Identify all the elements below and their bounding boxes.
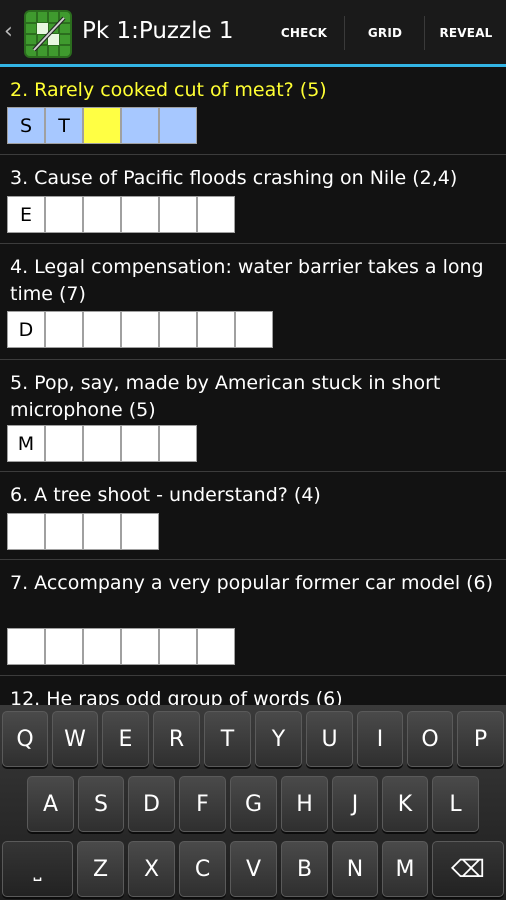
key-k[interactable]: K: [382, 776, 428, 832]
key-m[interactable]: M: [382, 841, 428, 897]
key-p[interactable]: P: [457, 711, 504, 767]
answer-cell[interactable]: [45, 196, 83, 233]
answer-cell[interactable]: [121, 107, 159, 144]
grid-button[interactable]: GRID: [346, 0, 424, 66]
key-h[interactable]: H: [281, 776, 328, 832]
key-n[interactable]: N: [332, 841, 378, 897]
clue-list[interactable]: 2. Rarely cooked cut of meat? (5) S T 3.…: [0, 67, 506, 705]
answer-cell[interactable]: [159, 107, 197, 144]
clue-text: 12. He raps odd group of words (6): [10, 688, 343, 705]
answer-cell[interactable]: [121, 425, 159, 462]
delete-key[interactable]: ⌫: [432, 841, 504, 897]
key-d[interactable]: D: [128, 776, 175, 832]
back-chevron-icon[interactable]: ‹: [4, 19, 13, 44]
clue-text: 3. Cause of Pacific floods crashing on N…: [10, 167, 458, 189]
key-u[interactable]: U: [306, 711, 353, 767]
key-b[interactable]: B: [281, 841, 328, 897]
key-a[interactable]: A: [27, 776, 74, 832]
check-button[interactable]: CHECK: [264, 0, 344, 66]
clue-text: 2. Rarely cooked cut of meat? (5): [10, 79, 327, 101]
answer-cell-current[interactable]: [83, 107, 121, 144]
answer-cell[interactable]: [159, 311, 197, 348]
answer-cell[interactable]: [7, 628, 45, 665]
answer-cell[interactable]: [83, 196, 121, 233]
answer-cell[interactable]: [121, 513, 159, 550]
divider: [344, 16, 345, 50]
answer-cell[interactable]: [159, 196, 197, 233]
reveal-button[interactable]: REVEAL: [426, 0, 506, 66]
clue-text: 5. Pop, say, made by American stuck in s…: [10, 372, 441, 421]
clue-text: 7. Accompany a very popular former car m…: [10, 572, 494, 594]
answer-cell[interactable]: [197, 311, 235, 348]
list-item[interactable]: 2. Rarely cooked cut of meat? (5) S T: [0, 67, 506, 155]
key-q[interactable]: Q: [2, 711, 48, 767]
answer-cells[interactable]: E: [7, 196, 235, 233]
key-w[interactable]: W: [52, 711, 98, 767]
answer-cells[interactable]: M: [7, 425, 197, 462]
answer-cell[interactable]: [45, 311, 83, 348]
list-item[interactable]: 5. Pop, say, made by American stuck in s…: [0, 360, 506, 472]
answer-cell[interactable]: [45, 513, 83, 550]
key-v[interactable]: V: [230, 841, 277, 897]
key-r[interactable]: R: [153, 711, 200, 767]
list-item[interactable]: 4. Legal compensation: water barrier tak…: [0, 244, 506, 360]
key-t[interactable]: T: [204, 711, 251, 767]
list-item[interactable]: 12. He raps odd group of words (6): [0, 676, 506, 705]
answer-cell[interactable]: [235, 311, 273, 348]
answer-cell[interactable]: [121, 628, 159, 665]
answer-cells[interactable]: S T: [7, 107, 197, 144]
answer-cells[interactable]: [7, 628, 235, 665]
key-g[interactable]: G: [230, 776, 277, 832]
answer-cell[interactable]: [197, 628, 235, 665]
key-o[interactable]: O: [407, 711, 453, 767]
page-title: Pk 1:Puzzle 1: [82, 18, 234, 44]
answer-cell[interactable]: [197, 196, 235, 233]
list-item[interactable]: 7. Accompany a very popular former car m…: [0, 560, 506, 676]
backspace-icon: ⌫: [451, 855, 485, 883]
answer-cells[interactable]: [7, 513, 159, 550]
answer-cell[interactable]: [121, 311, 159, 348]
answer-cell[interactable]: S: [7, 107, 45, 144]
key-z[interactable]: Z: [77, 841, 124, 897]
key-y[interactable]: Y: [255, 711, 302, 767]
key-c[interactable]: C: [179, 841, 226, 897]
clue-text: 6. A tree shoot - understand? (4): [10, 484, 321, 506]
key-e[interactable]: E: [102, 711, 149, 767]
list-item[interactable]: 6. A tree shoot - understand? (4): [0, 472, 506, 560]
clue-text: 4. Legal compensation: water barrier tak…: [10, 256, 484, 305]
answer-cell[interactable]: [83, 425, 121, 462]
answer-cell[interactable]: [83, 311, 121, 348]
divider: [424, 16, 425, 50]
key-x[interactable]: X: [128, 841, 175, 897]
key-f[interactable]: F: [179, 776, 226, 832]
answer-cell[interactable]: [83, 513, 121, 550]
space-icon: ⎵: [33, 857, 42, 881]
key-l[interactable]: L: [432, 776, 479, 832]
app-logo-icon[interactable]: [24, 10, 72, 58]
key-s[interactable]: S: [78, 776, 124, 832]
answer-cells[interactable]: D: [7, 311, 273, 348]
answer-cell[interactable]: E: [7, 196, 45, 233]
answer-cell[interactable]: [45, 425, 83, 462]
answer-cell[interactable]: [45, 628, 83, 665]
list-item[interactable]: 3. Cause of Pacific floods crashing on N…: [0, 155, 506, 244]
answer-cell[interactable]: M: [7, 425, 45, 462]
soft-keyboard: Q W E R T Y U I O P A S D F G H J K L ⎵ …: [0, 705, 506, 900]
space-key[interactable]: ⎵: [2, 841, 73, 897]
answer-cell[interactable]: [121, 196, 159, 233]
key-i[interactable]: I: [357, 711, 403, 767]
action-bar: ‹ Pk 1:Puzzle 1 CHECK GRID REVEAL: [0, 0, 506, 66]
answer-cell[interactable]: D: [7, 311, 45, 348]
answer-cell[interactable]: [159, 628, 197, 665]
answer-cell[interactable]: [7, 513, 45, 550]
answer-cell[interactable]: T: [45, 107, 83, 144]
answer-cell[interactable]: [83, 628, 121, 665]
key-j[interactable]: J: [332, 776, 378, 832]
answer-cell[interactable]: [159, 425, 197, 462]
